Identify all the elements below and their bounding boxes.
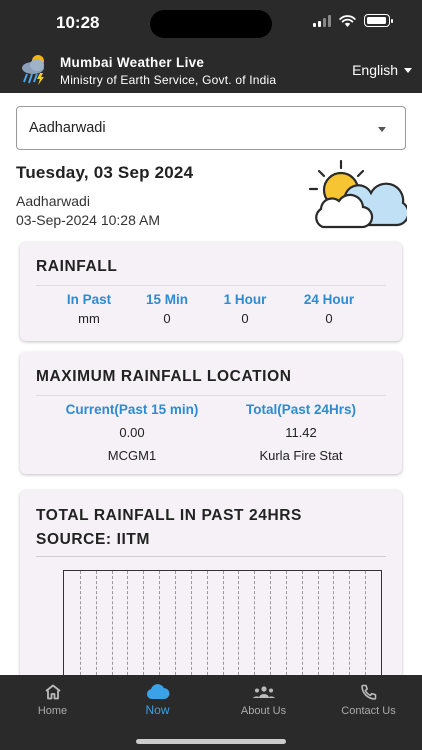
rainfall-card: RAINFALL In Past mm 15 Min 0 1 Hour 0 24… (20, 242, 402, 341)
rainfall-column-value: 0 (325, 311, 333, 326)
home-indicator (136, 739, 286, 744)
nav-label: About Us (240, 705, 287, 717)
rainfall-column: 24 Hour 0 (290, 292, 368, 326)
status-icons (313, 14, 393, 27)
max-rainfall-column: Total(Past 24Hrs) 11.42 Kurla Fire Stat (226, 402, 376, 463)
chart-gridline (191, 571, 192, 675)
chart-gridline (207, 571, 208, 675)
chart-gridline (270, 571, 271, 675)
chart-gridline (175, 571, 176, 675)
nav-label: Contact Us (341, 705, 396, 717)
app-header: Mumbai Weather Live Ministry of Earth Se… (0, 48, 422, 93)
app-title: Mumbai Weather Live (60, 55, 205, 70)
rainfall-column-value: 0 (241, 311, 249, 326)
rainfall-column: In Past mm (56, 292, 122, 326)
max-rainfall-value: 11.42 (285, 425, 317, 440)
group-icon (252, 686, 275, 698)
wifi-icon (339, 14, 356, 27)
language-select[interactable]: English (352, 62, 412, 78)
max-rainfall-value: 0.00 (119, 425, 145, 440)
max-rainfall-location: Kurla Fire Stat (259, 448, 343, 463)
chart-gridline (254, 571, 255, 675)
phone-icon (360, 684, 376, 700)
total-rainfall-title-line: TOTAL RAINFALL IN PAST 24HRS (36, 507, 302, 524)
location-name: Aadharwadi (16, 193, 90, 209)
date-title: Tuesday, 03 Sep 2024 (16, 163, 194, 182)
location-timestamp: 03-Sep-2024 10:28 AM (16, 212, 160, 228)
status-bar: 10:28 (0, 0, 422, 48)
status-time: 10:28 (56, 13, 100, 32)
chart-gridline (318, 571, 319, 675)
max-rainfall-location: MCGM1 (107, 448, 157, 463)
location-dropdown-value: Aadharwadi (29, 120, 106, 136)
location-dropdown[interactable]: Aadharwadi (16, 106, 406, 150)
chart-gridline (223, 571, 224, 675)
rainfall-column: 1 Hour 0 (212, 292, 278, 326)
rainfall-chart-plot-area (63, 570, 382, 675)
rainfall-column-head: 15 Min (145, 292, 188, 307)
chart-gridline (143, 571, 144, 675)
chevron-down-icon (378, 127, 386, 132)
max-rainfall-title: MAXIMUM RAINFALL LOCATION (36, 368, 292, 385)
chart-gridline (238, 571, 239, 675)
total-rainfall-title: TOTAL RAINFALL IN PAST 24HRS SOURCE: IIT… (36, 504, 302, 552)
max-rainfall-column-head: Total(Past 24Hrs) (245, 402, 357, 417)
chart-gridline (112, 571, 113, 675)
divider (36, 285, 386, 286)
battery-icon (364, 14, 393, 27)
home-icon (44, 684, 61, 700)
divider (36, 395, 386, 396)
signal-icon (313, 14, 331, 27)
chart-gridline (159, 571, 160, 675)
chart-gridline (365, 571, 366, 675)
chart-gridline (96, 571, 97, 675)
language-label: English (352, 62, 398, 78)
rainfall-column-head: 24 Hour (303, 292, 355, 307)
partly-cloudy-icon (308, 159, 407, 229)
rainfall-column: 15 Min 0 (136, 292, 198, 326)
chevron-down-icon (404, 67, 412, 73)
chart-gridline (127, 571, 128, 675)
nav-now[interactable]: Now (105, 675, 210, 733)
chart-gridline (302, 571, 303, 675)
app-subtitle: Ministry of Earth Service, Govt. of Indi… (60, 73, 277, 87)
nav-label: Now (145, 703, 170, 717)
chart-gridline (80, 571, 81, 675)
app-logo-icon (22, 55, 44, 85)
nav-label: Home (37, 705, 68, 717)
rainfall-column-value: 0 (163, 311, 171, 326)
rainfall-column-head: In Past (66, 292, 112, 307)
nav-contact-us[interactable]: Contact Us (316, 675, 421, 733)
chart-gridline (349, 571, 350, 675)
max-rainfall-column-head: Current(Past 15 min) (65, 402, 199, 417)
total-rainfall-card: TOTAL RAINFALL IN PAST 24HRS SOURCE: IIT… (20, 490, 402, 675)
dynamic-island (150, 10, 272, 38)
max-rainfall-card: MAXIMUM RAINFALL LOCATION Current(Past 1… (20, 352, 402, 474)
divider (36, 556, 386, 557)
total-rainfall-source: SOURCE: IITM (36, 531, 150, 548)
rainfall-column-value: mm (78, 311, 100, 326)
rainfall-column-head: 1 Hour (223, 292, 267, 307)
cloud-icon (146, 684, 169, 699)
nav-home[interactable]: Home (0, 675, 105, 733)
main-content[interactable]: Aadharwadi Tuesday, 03 Sep 2024 Aadharwa… (0, 93, 422, 675)
max-rainfall-column: Current(Past 15 min) 0.00 MCGM1 (42, 402, 222, 463)
nav-about-us[interactable]: About Us (211, 675, 316, 733)
rainfall-title: RAINFALL (36, 258, 118, 275)
chart-gridline (286, 571, 287, 675)
chart-gridline (333, 571, 334, 675)
